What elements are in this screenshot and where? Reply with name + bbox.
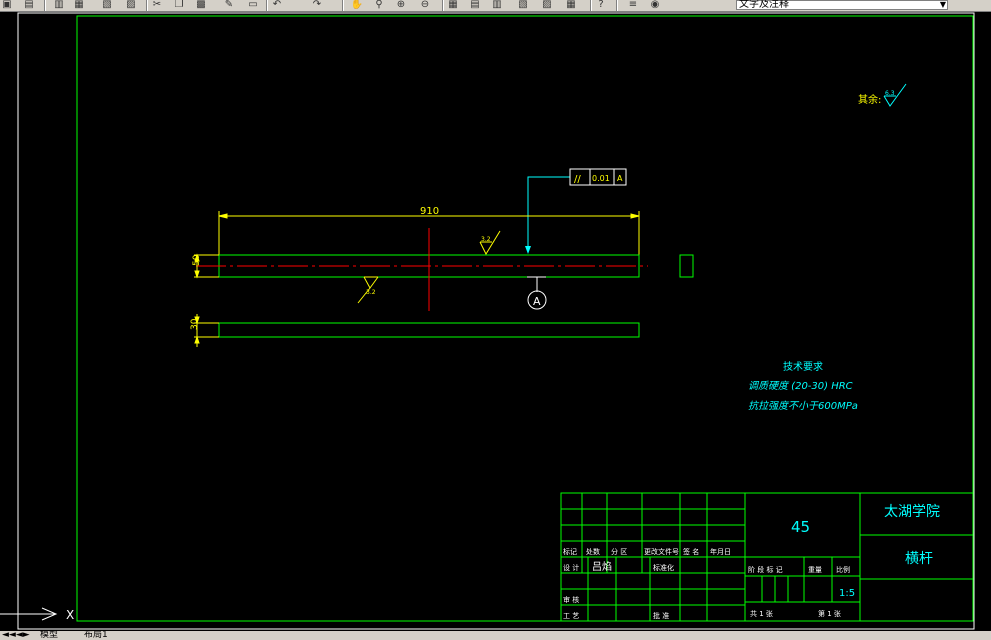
tolerance-value: 0.01 <box>592 174 610 183</box>
other-roughness-value: 6.3 <box>885 90 895 97</box>
toolbar-separator <box>590 0 592 11</box>
paper-border <box>17 12 975 630</box>
ucs-x-label: X <box>66 608 74 622</box>
publish-icon[interactable]: ▧ <box>100 0 114 10</box>
print-icon[interactable]: ▥ <box>52 0 66 10</box>
sheet-set-icon[interactable]: ▧ <box>516 0 530 10</box>
help-icon[interactable]: ? <box>594 0 608 10</box>
tb-date: 年月日 <box>710 547 731 556</box>
drawing-frame <box>76 15 974 622</box>
preview-icon[interactable]: ▦ <box>72 0 86 10</box>
layout-tabs: ◄◄◄► 模型 布局1 <box>0 631 991 640</box>
tb-mark: 标记 <box>563 547 577 556</box>
tb-sheet-no: 第 1 张 <box>818 609 841 618</box>
tb-signature: 签 名 <box>683 547 699 556</box>
properties-icon[interactable]: ▦ <box>446 0 460 10</box>
roughness-value-bottom: 3.2 <box>366 289 376 296</box>
tech-requirements-title: 技术要求 <box>783 360 823 373</box>
tab-layout1[interactable]: 布局1 <box>84 631 108 640</box>
tb-change-doc: 更改文件号 <box>644 547 679 556</box>
toolbar-separator <box>146 0 148 11</box>
paste-icon[interactable]: ▩ <box>194 0 208 10</box>
chevron-down-icon[interactable]: ▼ <box>938 0 948 10</box>
tolerance-symbol: // <box>574 174 581 185</box>
tab-model[interactable]: 模型 <box>40 631 58 640</box>
match-properties-icon[interactable]: ✎ <box>222 0 236 10</box>
tb-approve: 批 准 <box>653 611 669 620</box>
school-text: 太湖学院 <box>884 504 940 520</box>
other-roughness-label: 其余: <box>858 93 881 106</box>
layer-manager-icon[interactable]: ≡ <box>626 0 640 10</box>
layer-dropdown[interactable]: 文字及注释 <box>736 0 948 10</box>
layer-name: 文字及注释 <box>739 0 789 10</box>
undo-icon[interactable]: ↶ <box>270 0 284 10</box>
roughness-value-top: 3.2 <box>481 236 491 243</box>
drawing-canvas[interactable]: 其余: 6.3 // 0.01 A 910 50 3.2 3.2 A 30 技术… <box>0 11 991 631</box>
scale-text: 1:5 <box>839 588 855 599</box>
tb-scale-label: 比例 <box>836 565 850 574</box>
tech-requirements-line1: 调质硬度 (20-30) HRC <box>748 380 853 392</box>
material-text: 45 <box>791 518 810 536</box>
block-editor-icon[interactable]: ▭ <box>246 0 260 10</box>
save-icon[interactable]: ▤ <box>22 0 36 10</box>
dimension-height-1-text: 50 <box>192 254 202 266</box>
plot-icon[interactable]: ▨ <box>124 0 138 10</box>
ucs-icon <box>0 607 58 621</box>
tb-total-sheets: 共 1 张 <box>750 609 773 618</box>
zoom-previous-icon[interactable]: ⊖ <box>418 0 432 10</box>
tb-process: 工 艺 <box>563 612 579 620</box>
side-view-small <box>679 254 694 278</box>
zoom-realtime-icon[interactable]: ⚲ <box>372 0 386 10</box>
toolbar-separator <box>342 0 344 11</box>
new-icon[interactable]: ▣ <box>0 0 14 10</box>
tb-standardize: 标准化 <box>653 563 674 572</box>
design-center-icon[interactable]: ▤ <box>468 0 482 10</box>
layer-state-icon[interactable]: ◉ <box>648 0 662 10</box>
tb-zone: 分 区 <box>611 547 627 556</box>
tb-weight: 重量 <box>808 566 822 574</box>
tb-count: 处数 <box>586 547 600 556</box>
tab-nav-icon[interactable]: ◄◄◄► <box>2 631 30 640</box>
pan-icon[interactable]: ✋ <box>350 0 364 10</box>
toolbar-separator <box>616 0 618 11</box>
cut-icon[interactable]: ✂ <box>150 0 164 10</box>
copy-icon[interactable]: ❐ <box>172 0 186 10</box>
tb-stage-mark: 阶 段 标 记 <box>748 565 783 574</box>
toolbar-separator <box>266 0 268 11</box>
tool-palettes-icon[interactable]: ▥ <box>490 0 504 10</box>
tech-requirements-line2: 抗拉强度不小于600MPa <box>748 400 858 412</box>
zoom-window-icon[interactable]: ⊕ <box>394 0 408 10</box>
tb-design: 设 计 <box>563 563 579 572</box>
toolbar-separator <box>442 0 444 11</box>
toolbar-separator <box>44 0 46 11</box>
tb-designer: 吕焰 <box>592 560 612 573</box>
part-bottom-view <box>218 322 640 338</box>
dimension-height-2-text: 30 <box>190 318 200 330</box>
markup-icon[interactable]: ▨ <box>540 0 554 10</box>
tb-review: 审 核 <box>563 595 579 604</box>
dimension-length-text: 910 <box>420 206 439 217</box>
redo-icon[interactable]: ↷ <box>310 0 324 10</box>
datum-label: A <box>533 295 541 308</box>
quickcalc-icon[interactable]: ▦ <box>564 0 578 10</box>
part-name-text: 横杆 <box>905 551 933 567</box>
tolerance-datum: A <box>617 174 623 183</box>
